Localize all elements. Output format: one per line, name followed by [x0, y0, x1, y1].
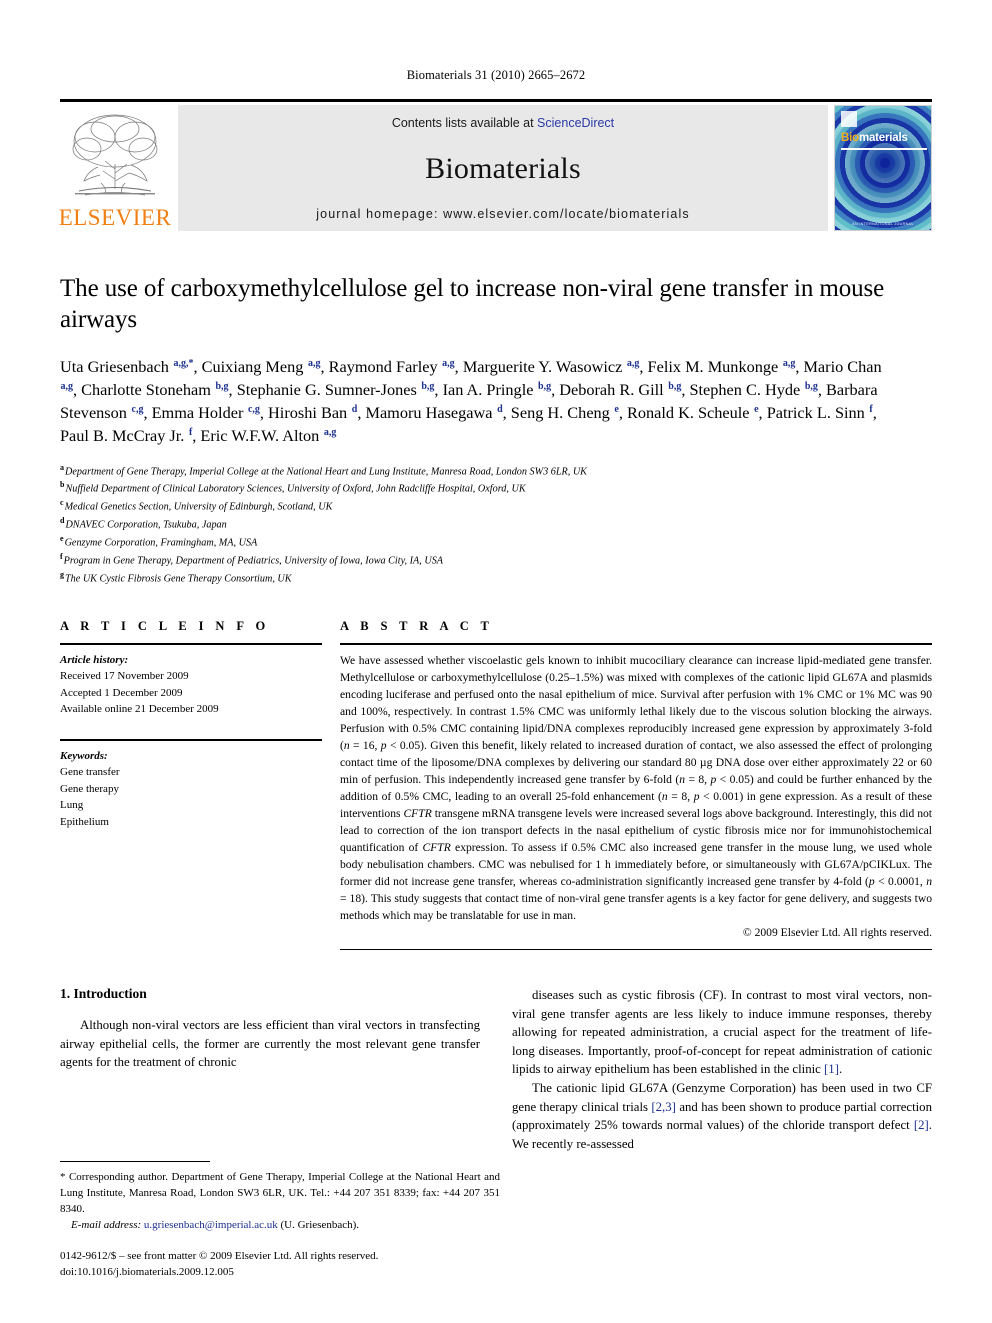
body-column-left: 1. Introduction Although non-viral vecto…	[60, 986, 480, 1153]
affiliation-g: gThe UK Cystic Fibrosis Gene Therapy Con…	[60, 569, 932, 587]
keywords-label: Keywords:	[60, 749, 108, 762]
info-abstract-region: A R T I C L E I N F O Article history: R…	[60, 619, 932, 951]
title-block: The use of carboxymethylcellulose gel to…	[60, 274, 932, 448]
affiliation-text-e: Genzyme Corporation, Framingham, MA, USA	[64, 537, 258, 549]
keyword-item: Gene therapy	[60, 782, 119, 795]
affiliation-d: dDNAVEC Corporation, Tsukuba, Japan	[60, 515, 932, 533]
contents-available-line: Contents lists available at ScienceDirec…	[392, 116, 614, 130]
elsevier-logo: ELSEVIER	[58, 105, 172, 231]
affiliation-text-b: Nuffield Department of Clinical Laborato…	[65, 483, 526, 495]
affiliation-e: eGenzyme Corporation, Framingham, MA, US…	[60, 533, 932, 551]
body-columns: 1. Introduction Although non-viral vecto…	[60, 986, 932, 1153]
imprint-doi[interactable]: doi:10.1016/j.biomaterials.2009.12.005	[60, 1265, 500, 1281]
keywords-rule	[60, 738, 322, 741]
keyword-item: Lung	[60, 799, 84, 812]
contents-prefix: Contents lists available at	[391, 116, 538, 130]
article-info-heading: A R T I C L E I N F O	[60, 618, 270, 633]
affiliation-list: aDepartment of Gene Therapy, Imperial Co…	[60, 462, 932, 587]
journal-title: Biomaterials	[425, 151, 581, 185]
article-history-online: Available online 21 December 2009	[60, 703, 219, 716]
affiliation-text-a: Department of Gene Therapy, Imperial Col…	[65, 465, 587, 477]
article-info-rule	[60, 642, 322, 645]
affiliation-f: fProgram in Gene Therapy, Department of …	[60, 551, 932, 569]
article-history-received: Received 17 November 2009	[60, 670, 189, 683]
body-column-right: diseases such as cystic fibrosis (CF). I…	[512, 986, 932, 1153]
affiliation-text-f: Program in Gene Therapy, Department of P…	[63, 555, 444, 567]
abstract-rule	[340, 642, 932, 645]
abstract-text: We have assessed whether viscoelastic ge…	[340, 653, 933, 923]
page-title: The use of carboxymethylcellulose gel to…	[60, 275, 885, 333]
cover-title-bio: Bio	[841, 132, 859, 144]
footnote-region: * Corresponding author. Department of Ge…	[60, 1161, 500, 1281]
email-label: E-mail address:	[71, 1219, 142, 1232]
abstract-bottom-rule	[340, 949, 932, 951]
corresponding-email-link[interactable]: u.griesenbach@imperial.ac.uk	[144, 1219, 278, 1231]
affiliation-text-d: DNAVEC Corporation, Tsukuba, Japan	[65, 519, 227, 531]
cover-rule	[841, 148, 927, 150]
affiliation-a: aDepartment of Gene Therapy, Imperial Co…	[60, 462, 932, 480]
paper-page: Biomaterials 31 (2010) 2665–2672 ELSEVIE…	[0, 0, 992, 1323]
keyword-item: Epithelium	[60, 815, 109, 828]
running-head: Biomaterials 31 (2010) 2665–2672	[406, 68, 586, 82]
cover-title: Biomaterials	[841, 132, 908, 144]
abstract-column: A B S T R A C T We have assessed whether…	[340, 619, 932, 951]
article-history-label: Article history:	[60, 653, 129, 666]
elsevier-wordmark: ELSEVIER	[58, 205, 172, 230]
keyword-item: Gene transfer	[60, 766, 120, 779]
footnote-rule	[60, 1161, 210, 1163]
email-note: E-mail address: u.griesenbach@imperial.a…	[60, 1219, 500, 1231]
journal-masthead: ELSEVIER Contents lists available at Sci…	[58, 99, 932, 234]
keywords-block: Keywords: Gene transfer Gene therapy Lun…	[60, 738, 322, 831]
imprint-block: 0142-9612/$ – see front matter © 2009 El…	[60, 1249, 500, 1281]
affiliation-c: cMedical Genetics Section, University of…	[60, 497, 932, 515]
imprint-front-matter: 0142-9612/$ – see front matter © 2009 El…	[60, 1250, 379, 1263]
cover-title-materials: materials	[858, 132, 908, 144]
cover-footer-text: AN INTERNATIONAL JOURNAL	[852, 222, 914, 226]
article-info-column: A R T I C L E I N F O Article history: R…	[60, 619, 340, 951]
affiliation-b: bNuffield Department of Clinical Laborat…	[60, 479, 932, 497]
abstract-heading: A B S T R A C T	[340, 618, 494, 633]
journal-band: Contents lists available at ScienceDirec…	[178, 105, 828, 231]
intro-paragraph-right-1: diseases such as cystic fibrosis (CF). I…	[512, 988, 932, 1077]
elsevier-tree-icon	[72, 114, 158, 196]
section-heading-introduction: 1. Introduction	[60, 986, 147, 1002]
article-history-accepted: Accepted 1 December 2009	[60, 686, 183, 699]
cover-elsevier-mark-icon	[841, 111, 857, 127]
author-list: Uta Griesenbach a,g,*, Cuixiang Meng a,g…	[60, 357, 882, 446]
journal-cover-thumbnail[interactable]: Biomaterials AN INTERNATIONAL JOURNAL	[834, 105, 932, 231]
email-owner: (U. Griesenbach).	[280, 1219, 360, 1232]
journal-homepage-link[interactable]: journal homepage: www.elsevier.com/locat…	[316, 207, 689, 221]
corresponding-author-note: * Corresponding author. Department of Ge…	[60, 1171, 500, 1215]
affiliation-text-g: The UK Cystic Fibrosis Gene Therapy Cons…	[65, 573, 292, 585]
abstract-copyright: © 2009 Elsevier Ltd. All rights reserved…	[742, 926, 932, 940]
intro-paragraph-left: Although non-viral vectors are less effi…	[60, 1018, 480, 1070]
sciencedirect-link[interactable]: ScienceDirect	[537, 116, 614, 130]
intro-paragraph-right-2: The cationic lipid GL67A (Genzyme Corpor…	[512, 1081, 932, 1151]
affiliation-text-c: Medical Genetics Section, University of …	[64, 501, 333, 513]
